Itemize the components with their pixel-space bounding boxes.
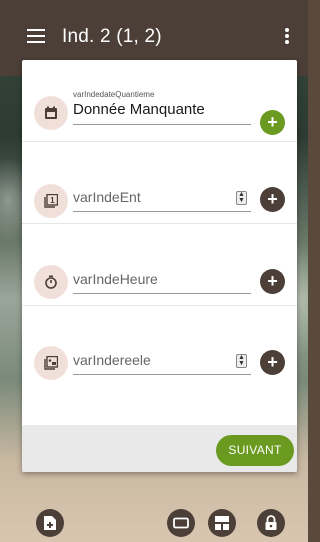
field-value: Donnée Manquante [73,101,205,118]
add-button[interactable]: + [260,187,285,212]
add-button[interactable]: + [260,269,285,294]
number-one-icon: 1 [34,184,68,218]
lock-icon[interactable] [257,509,285,537]
field-row-heure: varIndeHeure + [22,224,297,306]
field-caption: varIndedateQuantieme [73,90,155,99]
field-placeholder: varIndeHeure [73,271,158,287]
menu-icon[interactable] [27,29,45,43]
bottom-toolbar [0,500,308,542]
more-vert-icon[interactable] [285,28,289,44]
rectangle-icon[interactable] [167,509,195,537]
field-row-ent: 1 varIndeEnt ▲ ▼ + [22,142,297,224]
page-title: Ind. 2 (1, 2) [62,26,162,47]
decimal-icon [34,346,68,380]
heure-field[interactable]: varIndeHeure [73,269,251,294]
add-file-icon[interactable] [36,509,64,537]
svg-text:1: 1 [50,196,55,205]
reele-field[interactable]: varIndereele ▲ ▼ [73,350,251,375]
add-button[interactable]: + [260,110,285,135]
spinner-control[interactable]: ▲ ▼ [236,354,247,368]
date-field[interactable]: varIndedateQuantieme Donnée Manquante [73,90,251,125]
form-card: varIndedateQuantieme Donnée Manquante + … [22,60,297,472]
timer-icon [34,265,68,299]
layout-icon[interactable] [208,509,236,537]
ent-field[interactable]: varIndeEnt ▲ ▼ [73,187,251,212]
card-footer: SUIVANT [22,425,297,472]
calendar-icon [34,96,68,130]
field-placeholder: varIndeEnt [73,189,141,205]
field-row-date: varIndedateQuantieme Donnée Manquante + [22,60,297,142]
next-button[interactable]: SUIVANT [216,435,294,466]
field-row-reele: varIndereele ▲ ▼ + [22,306,297,388]
field-placeholder: varIndereele [73,352,151,368]
spinner-control[interactable]: ▲ ▼ [236,191,247,205]
add-button[interactable]: + [260,350,285,375]
